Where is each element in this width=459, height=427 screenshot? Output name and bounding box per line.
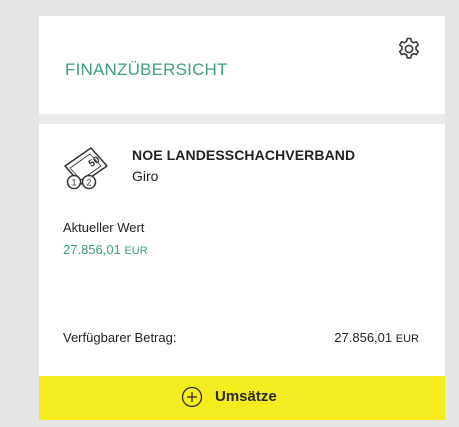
current-value-label: Aktueller Wert <box>63 220 145 235</box>
available-amount: 27.856,01 EUR <box>334 330 419 345</box>
available-amount-number: 27.856,01 <box>334 330 393 345</box>
available-amount-currency: EUR <box>395 333 419 345</box>
plus-circle-icon <box>181 386 203 408</box>
banknote-value: 50 <box>87 154 103 170</box>
transactions-button-label: Umsätze <box>215 388 277 405</box>
available-amount-label: Verfügbarer Betrag: <box>63 330 177 345</box>
card-header: FINANZÜBERSICHT <box>39 16 445 114</box>
card-title: FINANZÜBERSICHT <box>65 60 228 79</box>
current-value-currency: EUR <box>124 245 148 257</box>
coin-two-value: 2 <box>87 178 92 188</box>
transactions-button[interactable]: Umsätze <box>39 376 445 420</box>
account-type: Giro <box>132 168 159 184</box>
account-name: NOE LANDESSCHACHVERBAND <box>132 147 356 163</box>
gear-icon[interactable] <box>396 36 422 62</box>
financial-overview-card: FINANZÜBERSICHT 50 1 2 NOE LANDESSCHACHV… <box>39 16 445 420</box>
coin-one-value: 1 <box>72 178 77 188</box>
current-value-amount: 27.856,01 EUR <box>63 242 148 257</box>
section-divider <box>39 114 445 124</box>
coins-banknote-icon: 50 1 2 <box>61 142 117 194</box>
current-value-number: 27.856,01 <box>63 242 121 257</box>
